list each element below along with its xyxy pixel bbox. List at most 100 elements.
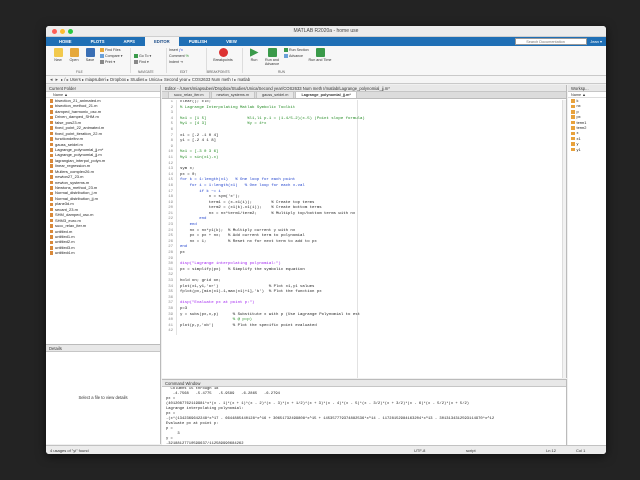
matlab-file-icon [50,142,53,147]
code-text: plot(p,y,'ob') % Plot the specific point… [180,323,317,328]
code-text: x1 = [-2 -1 0 4] [180,133,219,138]
file-name: SHM3_euro.m [55,217,81,223]
code-text: end [180,223,197,228]
variable-name: term2 [576,124,587,130]
code-text: px [180,251,185,256]
current-path[interactable]: ▸ / ▸ Users ▸ miapsuberi ▸ Dropbox ▸ Stu… [61,77,250,82]
tab-view[interactable]: VIEW [217,37,246,46]
percent-icon: % [185,54,189,58]
goto-icon [134,54,138,59]
variable-name: term1 [576,119,587,125]
variable-icon [571,147,575,152]
matlab-file-icon [50,159,53,163]
matlab-file-icon [50,131,53,136]
file-name: untitled2.m [55,239,75,245]
editor-scrollbar[interactable] [562,100,566,378]
workspace-variable[interactable]: y1 [568,147,606,152]
editor-tab[interactable]: succ_relax_iter.m [168,91,210,98]
code-text: nx = nx*y1(k); % Multiply current y with… [180,228,296,233]
variable-name: nx [576,103,581,109]
variable-name: y1 [576,146,581,152]
code-text: y1 = [-2 4 1 8] [180,139,217,144]
run-time-button[interactable]: Run and Time [308,48,332,62]
matlab-file-icon [50,169,53,174]
matlab-file-icon [50,126,53,130]
code-text: for i = 1:length(x1) % One loop for each… [180,183,305,188]
print-button[interactable]: Print ▾ [100,60,115,65]
ribbon-separator [130,48,131,73]
file-name: Lagrange_polynomial_jj.m* [55,146,104,152]
matlab-file-icon [50,104,53,109]
code-text: px = px + nx; % Add current term to poly… [180,234,305,239]
tab-publish[interactable]: PUBLISH [180,37,216,46]
tab-plots[interactable]: PLOTS [82,37,114,46]
comment-button[interactable]: Comment % [169,54,189,58]
matlab-file-icon [50,202,53,206]
file-name: fixed_point_22_animated.m [55,125,105,131]
variable-name: p [576,108,579,114]
editor-tab[interactable]: newton_systems.m [210,91,256,98]
compare-icon [100,54,104,59]
breakpoints-button[interactable]: Breakpoints [208,48,238,62]
code-area[interactable]: 1 clear(); clc; 2% Lagrange Interpolating … [162,100,566,378]
file-name: untitled.m [55,228,73,234]
save-icon [85,48,95,57]
indent-button[interactable]: Indent ⇥ [169,60,183,64]
variable-name: x [576,130,579,136]
forward-arrow-icon[interactable]: ▸ [56,77,59,83]
goto-button[interactable]: Go To ▾ [134,54,151,59]
tab-editor[interactable]: EDITOR [144,37,179,46]
new-file-icon [53,48,63,57]
matlab-file-icon [50,137,53,141]
compare-button[interactable]: Compare ▾ [100,54,123,59]
user-menu[interactable]: Jean ▾ [590,39,602,44]
code-text: disp("Evaluate px at point p:") [180,301,255,306]
breakpoint-icon [218,48,228,57]
find-files-button[interactable]: Find Files [100,48,121,53]
editor-tabs: succ_relax_iter.m newton_systems.m gauss… [162,91,566,99]
run-section-button[interactable]: Run Section [284,48,309,53]
status-message: 4 usages of "yi" found [50,448,89,453]
file-list: bisection_21_animated.m bisection_method_… [46,98,160,256]
line-number[interactable]: 42 [162,329,177,335]
matlab-file-icon [50,207,53,212]
code-text: fplot(px,[min(x1)-1,max(x1)+1],'b') % Pl… [180,290,322,295]
matlab-file-icon [50,191,53,196]
back-arrow-icon[interactable]: ◂ [50,77,53,83]
matlab-file-icon [50,213,53,217]
tab-home[interactable]: HOME [50,37,81,46]
matlab-file-icon [50,153,53,158]
status-line: Ln 12 [546,448,557,453]
code-text: term1 = (x-x1(i)); % Create top terms [180,200,315,205]
file-name: untitled4.m [55,250,75,256]
workspace-panel: Worksp... Name ▲ k nx p px term1 term2 x x1 y y1 [568,85,606,445]
tab-apps[interactable]: APPS [115,37,144,46]
search-documentation-input[interactable] [515,38,588,45]
variable-icon [571,120,575,125]
toolstrip-tabs: HOME PLOTS APPS EDITOR PUBLISH VIEW Jean… [46,37,606,46]
command-window[interactable]: Command Window Columns 15 through 18 -4.… [162,379,567,445]
editor-tab-active[interactable]: Lagrange_polynomial_jj.m* [295,91,357,98]
status-mode: script [466,448,476,453]
save-button[interactable]: Save [80,48,100,62]
fx-icon: ƒx [179,48,183,52]
file-name: Newtons_method_23.m [55,185,98,190]
code-text: % @ p=p) [180,318,253,323]
find-button[interactable]: Find ▾ [134,60,149,65]
file-item[interactable]: untitled4.m [46,250,160,255]
matlab-file-icon [50,180,53,185]
file-name: newton27_23.m [55,174,84,180]
run-advance-icon [267,48,277,57]
run-advance-button[interactable]: Run and Advance [260,48,284,66]
editor-tab[interactable]: gauss_seidel.m [256,91,295,98]
code-line[interactable]: 42 [162,329,566,335]
code-text: %y1 = sin(x1)-x) [180,155,219,160]
variable-icon [571,110,575,114]
variable-icon [571,142,575,146]
code-text: x = sym('x'); [180,195,241,200]
print-icon [100,60,104,65]
variable-name: k [576,98,579,103]
advance-button[interactable]: Advance [284,54,303,59]
address-bar[interactable]: ◂ ▸ ▸ / ▸ Users ▸ miapsuberi ▸ Dropbox ▸… [46,76,606,84]
insert-button[interactable]: Insert ƒx [169,48,183,52]
